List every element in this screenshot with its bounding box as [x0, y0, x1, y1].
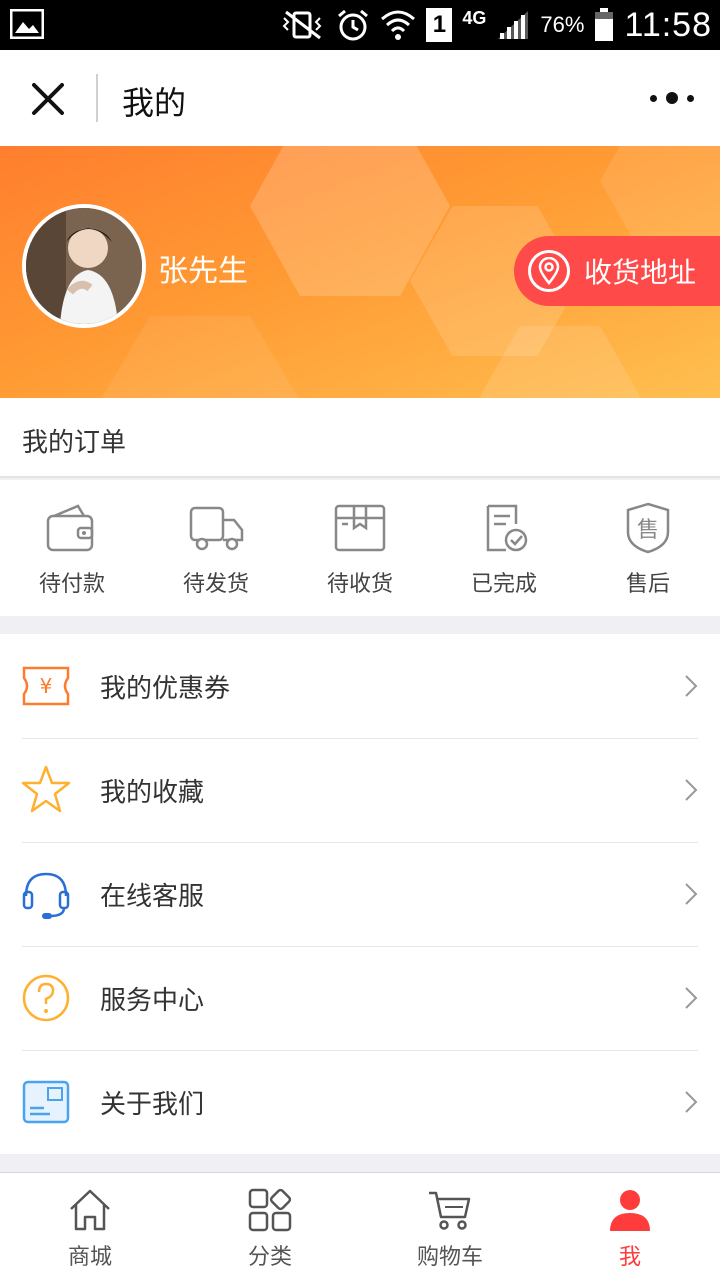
truck-icon	[189, 506, 244, 551]
wifi-icon	[381, 10, 416, 40]
order-label: 待收货	[326, 572, 393, 597]
status-bar: 1 4G 76% 11:58	[0, 0, 720, 50]
tab-label: 购物车	[416, 1245, 483, 1270]
menu-label: 我的优惠券	[100, 674, 231, 704]
menu-item-about-us[interactable]: 关于我们	[0, 1050, 720, 1154]
order-completed[interactable]: 已完成	[432, 480, 576, 616]
coupon-icon: ¥	[22, 666, 70, 706]
order-label: 售后	[625, 572, 670, 597]
menu-label: 在线客服	[100, 882, 205, 912]
svg-text:¥: ¥	[40, 674, 53, 698]
menu-label: 关于我们	[100, 1090, 205, 1120]
tab-cart[interactable]: 购物车	[360, 1173, 540, 1280]
order-after-sale[interactable]: 售 售后	[576, 480, 720, 616]
chevron-right-icon	[685, 675, 698, 697]
alarm-icon	[338, 9, 369, 41]
tab-me[interactable]: 我	[540, 1173, 720, 1280]
chevron-right-icon	[685, 987, 698, 1009]
avatar[interactable]	[22, 204, 146, 328]
order-label: 待付款	[38, 572, 105, 597]
star-icon	[21, 765, 71, 813]
location-pin-icon	[528, 250, 570, 292]
order-pending-receipt[interactable]: 待收货	[288, 480, 432, 616]
nav-divider	[96, 74, 98, 122]
menu-item-favorites[interactable]: 我的收藏	[0, 738, 720, 842]
shipping-address-label: 收货地址	[584, 256, 697, 289]
user-icon	[610, 1190, 650, 1231]
order-status-row: 待付款 待发货 待收货 已完成 售 售后	[0, 480, 720, 616]
dot	[666, 92, 678, 104]
completed-doc-icon	[486, 504, 528, 552]
my-orders-header[interactable]: 我的订单	[0, 398, 720, 478]
close-icon[interactable]	[26, 77, 70, 121]
menu-item-coupons[interactable]: ¥ 我的优惠券	[0, 634, 720, 738]
chevron-right-icon	[685, 883, 698, 905]
tab-label: 我	[618, 1245, 641, 1270]
sim-slot-indicator: 1	[426, 8, 453, 42]
clock: 11:58	[624, 5, 712, 44]
username: 张先生	[158, 254, 248, 289]
menu-item-online-service[interactable]: 在线客服	[0, 842, 720, 946]
page-title: 我的	[122, 84, 187, 122]
tab-mall[interactable]: 商城	[0, 1173, 180, 1280]
svg-text:售: 售	[637, 518, 659, 543]
nav-bar: 我的	[0, 50, 720, 146]
cart-icon	[429, 1191, 471, 1230]
chevron-right-icon	[685, 779, 698, 801]
wallet-icon	[46, 504, 94, 552]
signal-icon	[498, 11, 529, 39]
battery-icon	[595, 8, 614, 41]
image-notification-icon	[10, 9, 44, 39]
menu-item-service-center[interactable]: 服务中心	[0, 946, 720, 1050]
package-icon	[334, 504, 386, 552]
banner-decoration	[100, 316, 300, 398]
menu-label: 我的收藏	[100, 778, 205, 808]
my-orders-title: 我的订单	[22, 428, 127, 458]
order-pending-shipment[interactable]: 待发货	[144, 480, 288, 616]
order-label: 待发货	[182, 572, 249, 597]
battery-percent: 76%	[540, 12, 585, 37]
tab-label: 分类	[247, 1245, 292, 1270]
about-card-icon	[22, 1080, 70, 1124]
vibrate-muted-icon	[282, 10, 322, 40]
dot	[650, 94, 657, 102]
tab-category[interactable]: 分类	[180, 1173, 360, 1280]
question-icon	[22, 974, 70, 1022]
menu-label: 服务中心	[100, 986, 205, 1016]
chevron-right-icon	[685, 1091, 698, 1113]
tab-label: 商城	[67, 1245, 112, 1270]
shipping-address-button[interactable]: 收货地址	[514, 236, 720, 306]
home-icon	[70, 1189, 110, 1231]
after-sale-shield-icon: 售	[626, 502, 670, 554]
network-type: 4G	[462, 7, 487, 28]
menu-list: ¥ 我的优惠券 我的收藏 在线客服 服务中心 关于我们	[0, 634, 720, 1154]
tab-bar: 商城 分类 购物车 我	[0, 1172, 720, 1280]
order-label: 已完成	[470, 572, 537, 597]
dot	[687, 94, 694, 102]
profile-banner: 张先生 收货地址	[0, 146, 720, 398]
order-pending-payment[interactable]: 待付款	[0, 480, 144, 616]
category-icon	[248, 1188, 292, 1232]
more-dots-icon[interactable]	[650, 84, 694, 112]
avatar-photo	[26, 208, 142, 324]
headset-icon	[22, 872, 70, 919]
